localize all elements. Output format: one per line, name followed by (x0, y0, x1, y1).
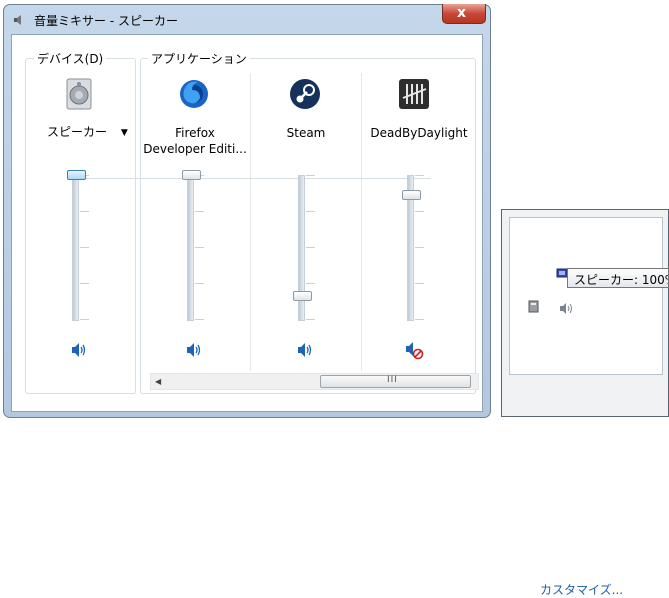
title-bar[interactable]: 音量ミキサー - スピーカー x (4, 4, 490, 33)
deadbydaylight-volume-slider[interactable] (402, 173, 424, 323)
speaker-device-icon[interactable] (63, 78, 95, 110)
steam-name: Steam (286, 126, 326, 140)
device-name: スピーカー (47, 125, 108, 139)
firefox-icon[interactable] (178, 78, 210, 110)
deadbydaylight-name: DeadByDaylight (370, 126, 468, 140)
speaker-icon (14, 15, 21, 25)
mixer-client-area: デバイス(D) アプリケーション スピーカー ▼ Firefox Develop… (11, 34, 483, 412)
deadbydaylight-mute-button[interactable] (403, 340, 425, 360)
close-icon: x (457, 5, 467, 21)
close-button[interactable]: x (442, 4, 486, 24)
volume-mixer-window: 音量ミキサー - スピーカー x デバイス(D) アプリケーション スピーカー … (3, 4, 491, 418)
notification-area-popup: カスタマイズ... (501, 209, 669, 597)
steam-volume-thumb[interactable] (293, 291, 312, 302)
customize-link[interactable]: カスタマイズ... (540, 581, 623, 598)
speaker-icon (298, 343, 312, 357)
device-mute-button[interactable] (68, 340, 90, 360)
device-volume-thumb[interactable] (67, 170, 86, 180)
firefox-mute-button[interactable] (183, 340, 205, 360)
applications-group-label: アプリケーション (148, 50, 250, 67)
steam-mute-button[interactable] (294, 340, 316, 360)
speaker-muted-icon (406, 342, 424, 360)
tray-icons-area (509, 217, 663, 375)
column-separator (361, 73, 362, 371)
speaker-icon (187, 343, 201, 357)
firefox-name: Firefox Developer Editi... (143, 126, 247, 156)
column-separator (250, 73, 251, 371)
device-dropdown[interactable]: スピーカー ▼ (47, 123, 128, 140)
master-level-line (86, 178, 431, 179)
steam-volume-slider[interactable] (293, 173, 315, 323)
deadbydaylight-icon[interactable] (398, 78, 430, 110)
device-group-label: デバイス(D) (34, 50, 107, 67)
device-volume-slider[interactable] (67, 170, 89, 323)
scrollbar-grip: III (387, 375, 398, 385)
speaker-icon (72, 343, 86, 357)
window-title: 音量ミキサー - スピーカー (34, 14, 178, 28)
firefox-volume-slider[interactable] (182, 170, 204, 323)
usb-device-icon[interactable] (526, 299, 542, 315)
scrollbar-thumb[interactable]: III (320, 375, 471, 388)
firefox-volume-thumb[interactable] (182, 170, 201, 180)
speaker-tooltip: スピーカー: 100% (567, 268, 669, 288)
speaker-icon[interactable] (556, 298, 576, 318)
deadbydaylight-volume-thumb[interactable] (402, 190, 421, 201)
horizontal-scrollbar[interactable]: ◀ III (150, 373, 479, 390)
chevron-down-icon: ▼ (120, 128, 128, 138)
scroll-left-icon[interactable]: ◀ (155, 377, 161, 386)
steam-icon[interactable] (289, 78, 321, 110)
